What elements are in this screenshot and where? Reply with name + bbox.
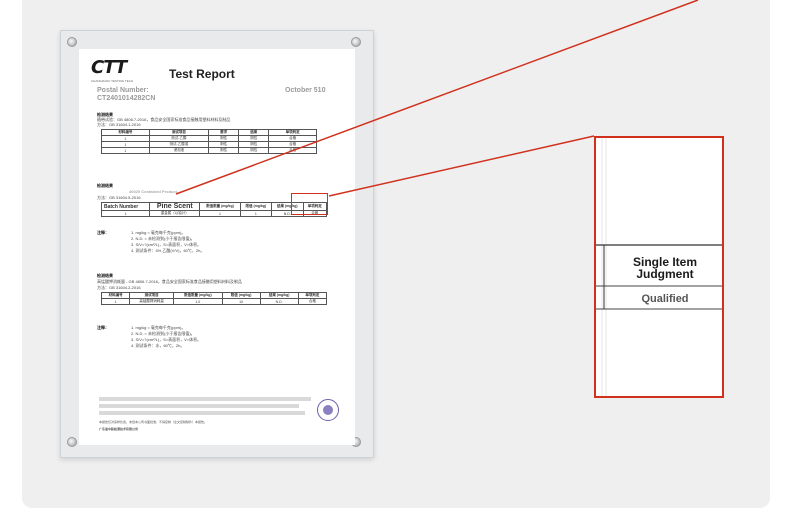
screw-top-left-icon <box>67 37 77 47</box>
pine-scent-header: Pine Scent <box>149 202 201 211</box>
table-row: 1 浸泡液 阴性 阴性 合格 <box>101 147 317 154</box>
footer-company: 广东省中毅检测技术有限公司 <box>99 427 139 431</box>
screw-bottom-left-icon <box>67 437 77 447</box>
note-line: 2. N.D. = 未检测到(小于报告限值)。 <box>131 236 195 241</box>
note-line: 1. mg/kg = 毫克每千克(ppm)。 <box>131 325 186 330</box>
table-cell: 阴性 <box>208 147 240 154</box>
company-logo: CTT <box>91 57 127 78</box>
table-cell: 1.0 <box>173 298 223 305</box>
footer-text-line <box>99 411 305 415</box>
results-table-1: 材料编号 测试项目 要求 结果 单项判定 1 测试-乙醇 阴性 阴性 合格 1 … <box>101 129 317 154</box>
certification-seal-icon <box>317 399 339 421</box>
report-title: Test Report <box>169 67 235 81</box>
section1-method: 方法：GB 31604.1-2016 <box>97 122 141 127</box>
footer-text-line <box>99 404 299 408</box>
notes-label: 注释： <box>97 230 109 235</box>
table-cell: 1 <box>100 210 151 217</box>
qualified-result: Qualified <box>641 293 689 305</box>
judgment-highlight-box <box>291 193 328 215</box>
section3-label: 检测结果 <box>97 273 113 278</box>
footer-note: 本报告仅对来样负责，未经本公司书面批准，不得复制（全文复制除外）本报告。 <box>99 420 208 424</box>
table-cell: 1 <box>100 298 131 305</box>
section3-standard: 高锰酸钾消耗量 - GB 4806.7-2016，食品安全国家标准食品接触用塑料… <box>97 279 242 284</box>
screw-top-right-icon <box>351 37 361 47</box>
batch-number-header: Batch Number <box>100 202 151 211</box>
note-line: 3. S/V=?(cm²/L)，S=表面积，V=体积。 <box>131 337 202 342</box>
table-cell: 1 <box>199 210 241 217</box>
section3-method: 方法：GB 31604.2-2016 <box>97 285 141 290</box>
table-cell: 浸泡液 <box>148 147 210 154</box>
table-header-cell: 限值限量 (mg/kg) <box>199 202 241 211</box>
table-cell: N.D. <box>259 298 299 305</box>
zoom-callout-panel: Single Item Judgment Qualified <box>594 136 724 398</box>
section2-method: 方法：GB 31604.5-2016 <box>97 195 141 200</box>
section2-overlay-text: 40020 Contained Product <box>129 189 178 194</box>
postal-number-block: Postal Number: CT2401014282CN <box>97 87 155 103</box>
notes-label-2: 注释： <box>97 325 109 330</box>
note-line: 1. mg/kg = 毫克每千克(ppm)。 <box>131 230 186 235</box>
table-cell: 高锰酸钾消耗量 <box>129 298 175 305</box>
logo-subtitle: CHANGZHOU TESTING TECH <box>91 79 134 83</box>
table-cell: 重金属（以铅计） <box>149 210 201 217</box>
table-cell: 合格 <box>268 147 317 154</box>
postal-number: CT2401014282CN <box>97 95 156 102</box>
table-cell: 1 <box>239 210 273 217</box>
postal-label: Postal Number: <box>97 87 149 94</box>
note-line: 4. 测试条件：4% 乙酸(V/V)，60℃，2h。 <box>131 248 205 253</box>
table-cell: 10 <box>221 298 261 305</box>
results-table-3: 材料编号 测试项目 限值限量 (mg/kg) 限值 (mg/kg) 结果 (mg… <box>100 292 328 305</box>
report-date: October 510 <box>285 87 326 94</box>
table-cell: 阴性 <box>238 147 270 154</box>
note-line: 3. S/V=?(cm²/L)，S=表面积，V=体积。 <box>131 242 202 247</box>
test-report-document: CTT CHANGZHOU TESTING TECH Test Report P… <box>79 49 355 445</box>
table-cell: 合格 <box>297 298 328 305</box>
table-header-cell: 限值 (mg/kg) <box>239 202 273 211</box>
table-row: 1 高锰酸钾消耗量 1.0 10 N.D. 合格 <box>100 298 328 305</box>
single-item-judgment-header: Single Item Judgment <box>632 255 697 281</box>
table-cell: 1 <box>101 147 150 154</box>
footer-text-line <box>99 397 311 401</box>
section2-label: 检测结果 <box>97 183 113 188</box>
note-line: 2. N.D. = 未检测到(小于报告限值)。 <box>131 331 195 336</box>
note-line: 4. 测试条件：水，60℃，2h。 <box>131 343 185 348</box>
acrylic-frame: CTT CHANGZHOU TESTING TECH Test Report P… <box>60 30 374 458</box>
